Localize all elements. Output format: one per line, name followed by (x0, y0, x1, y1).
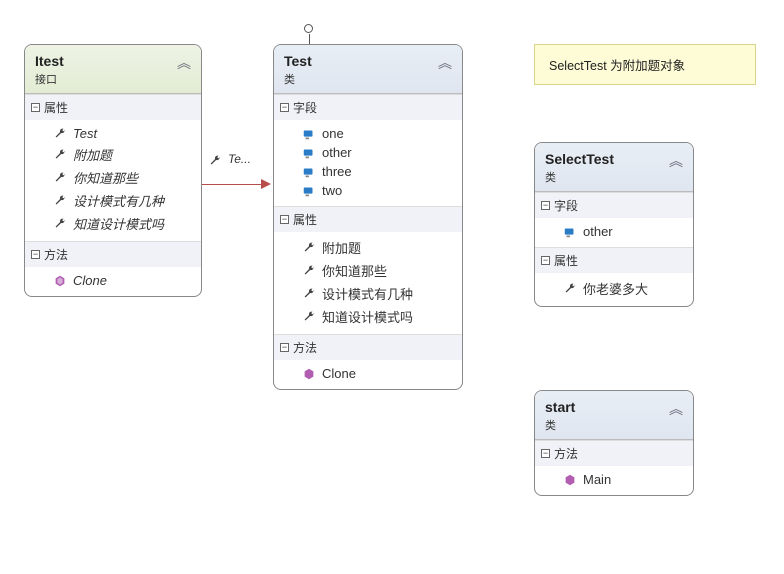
section-body-methods: Clone (274, 360, 462, 389)
member-row[interactable]: 你知道那些 (25, 166, 201, 189)
collapse-icon[interactable]: − (541, 449, 550, 458)
member-row[interactable]: three (274, 162, 462, 181)
collapse-icon[interactable]: − (541, 201, 550, 210)
section-body-methods: Main (535, 466, 693, 495)
section-header-fields[interactable]: − 字段 (274, 94, 462, 120)
class-selecttest[interactable]: SelectTest 类 ︽ − 字段 other − 属性 你老婆多大 (534, 142, 694, 307)
class-stereo: 类 (284, 71, 452, 87)
wrench-icon (302, 310, 316, 324)
member-row[interactable]: Test (25, 124, 201, 143)
collapse-icon[interactable]: − (280, 103, 289, 112)
wrench-icon (302, 287, 316, 301)
class-header-start: start 类 ︽ (535, 391, 693, 440)
wrench-icon (53, 171, 67, 185)
class-itest[interactable]: Itest 接口 ︽ − 属性 Test 附加题 你知道那些 设计模式有几种 知… (24, 44, 202, 297)
collapse-icon[interactable]: − (280, 343, 289, 352)
method-icon (53, 274, 67, 288)
section-header-methods[interactable]: − 方法 (535, 440, 693, 466)
wrench-icon (302, 241, 316, 255)
wrench-icon (53, 217, 67, 231)
section-label: 方法 (44, 246, 68, 263)
class-stereo: 类 (545, 169, 683, 185)
class-start[interactable]: start 类 ︽ − 方法 Main (534, 390, 694, 496)
field-icon (302, 127, 316, 141)
member-row[interactable]: 设计模式有几种 (274, 282, 462, 305)
class-name: start (545, 399, 683, 415)
wrench-icon (53, 127, 67, 141)
member-row[interactable]: two (274, 181, 462, 200)
section-header-methods[interactable]: − 方法 (25, 241, 201, 267)
member-row[interactable]: 附加题 (25, 143, 201, 166)
section-body-methods: Clone (25, 267, 201, 296)
section-header-methods[interactable]: − 方法 (274, 334, 462, 360)
chevron-up-icon[interactable]: ︽ (669, 399, 685, 415)
class-name: SelectTest (545, 151, 683, 167)
wrench-icon (53, 194, 67, 208)
field-icon (302, 146, 316, 160)
field-icon (302, 165, 316, 179)
section-body-fields: one other three two (274, 120, 462, 206)
class-stereo: 接口 (35, 71, 191, 87)
class-header-selecttest: SelectTest 类 ︽ (535, 143, 693, 192)
class-test[interactable]: Test 类 ︽ − 字段 one other three two − 属性 附… (273, 44, 463, 390)
lollipop-stem (309, 34, 310, 44)
member-row[interactable]: 知道设计模式吗 (25, 212, 201, 235)
member-row[interactable]: Clone (25, 271, 201, 290)
section-label: 字段 (554, 197, 578, 214)
class-name: Test (284, 53, 452, 69)
field-icon (563, 225, 577, 239)
collapse-icon[interactable]: − (280, 215, 289, 224)
arrow-head-icon (261, 179, 271, 189)
member-row[interactable]: other (535, 222, 693, 241)
member-row[interactable]: 设计模式有几种 (25, 189, 201, 212)
class-name: Itest (35, 53, 191, 69)
wrench-icon (53, 148, 67, 162)
field-icon (302, 184, 316, 198)
member-row[interactable]: one (274, 124, 462, 143)
section-label: 方法 (293, 339, 317, 356)
section-label: 属性 (293, 211, 317, 228)
member-row[interactable]: Clone (274, 364, 462, 383)
member-row[interactable]: 附加题 (274, 236, 462, 259)
section-label: 字段 (293, 99, 317, 116)
chevron-up-icon[interactable]: ︽ (177, 53, 193, 69)
lollipop-icon (304, 24, 313, 33)
note-selecttest: SelectTest 为附加题对象 (534, 44, 756, 85)
wrench-icon (563, 282, 577, 296)
section-header-attrs[interactable]: − 属性 (535, 247, 693, 273)
collapse-icon[interactable]: − (31, 250, 40, 259)
member-row[interactable]: 你知道那些 (274, 259, 462, 282)
relation-line (202, 184, 262, 185)
member-row[interactable]: 知道设计模式吗 (274, 305, 462, 328)
section-header-attrs[interactable]: − 属性 (25, 94, 201, 120)
class-stereo: 类 (545, 417, 683, 433)
section-header-attrs[interactable]: − 属性 (274, 206, 462, 232)
section-label: 方法 (554, 445, 578, 462)
class-header-test: Test 类 ︽ (274, 45, 462, 94)
section-body-attrs: 你老婆多大 (535, 273, 693, 306)
member-row[interactable]: Main (535, 470, 693, 489)
section-label: 属性 (44, 99, 68, 116)
collapse-icon[interactable]: − (541, 256, 550, 265)
member-row[interactable]: other (274, 143, 462, 162)
method-icon (563, 473, 577, 487)
collapse-icon[interactable]: − (31, 103, 40, 112)
class-header-itest: Itest 接口 ︽ (25, 45, 201, 94)
chevron-up-icon[interactable]: ︽ (669, 151, 685, 167)
note-text: SelectTest 为附加题对象 (549, 59, 685, 73)
relation-label: Te... (228, 152, 251, 166)
section-label: 属性 (554, 252, 578, 269)
section-header-fields[interactable]: − 字段 (535, 192, 693, 218)
section-body-fields: other (535, 218, 693, 247)
section-body-attrs: 附加题 你知道那些 设计模式有几种 知道设计模式吗 (274, 232, 462, 334)
wrench-icon (208, 154, 222, 168)
wrench-icon (302, 264, 316, 278)
chevron-up-icon[interactable]: ︽ (438, 53, 454, 69)
section-body-attrs: Test 附加题 你知道那些 设计模式有几种 知道设计模式吗 (25, 120, 201, 241)
member-row[interactable]: 你老婆多大 (535, 277, 693, 300)
method-icon (302, 367, 316, 381)
